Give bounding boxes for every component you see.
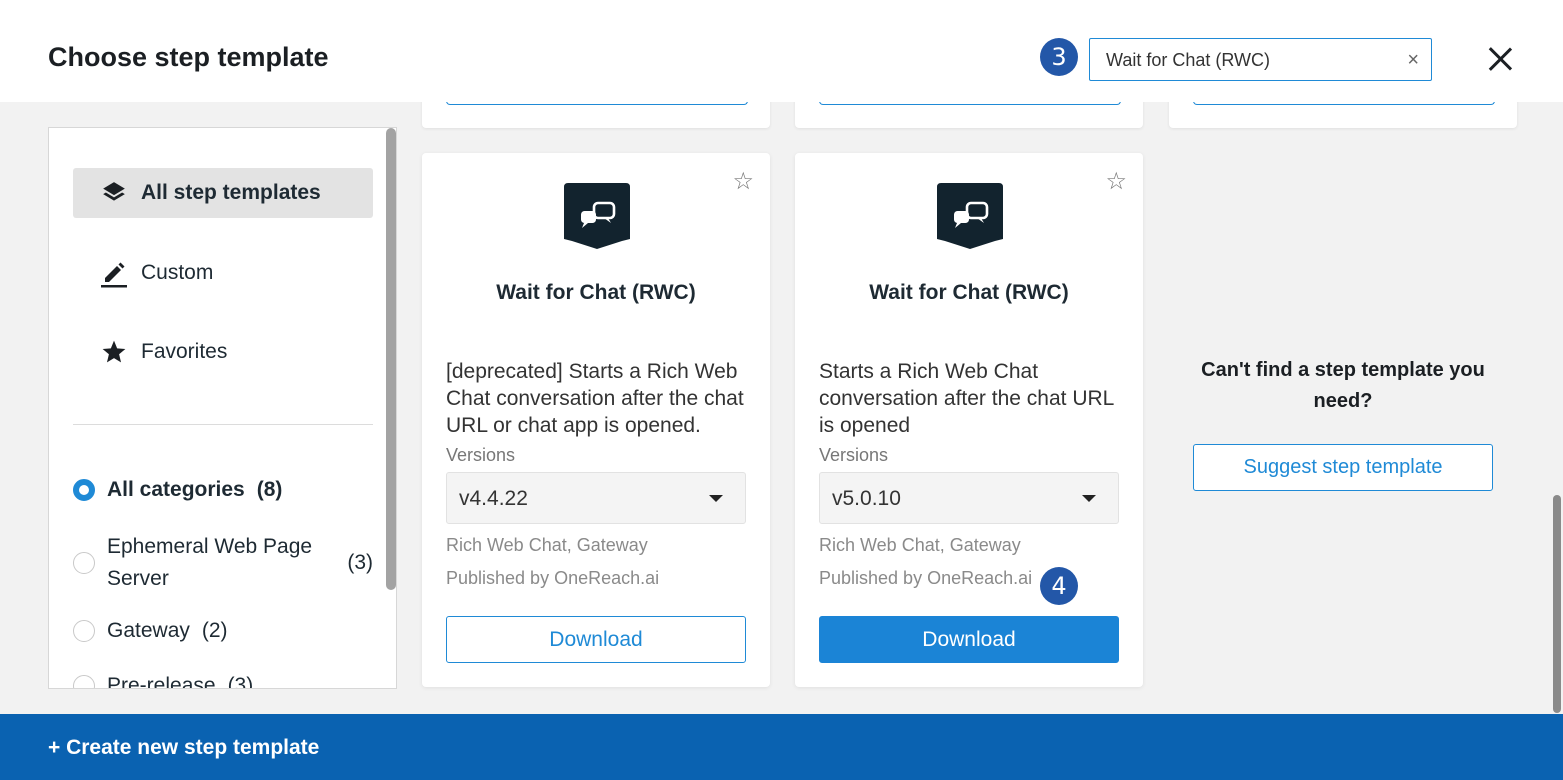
favorite-star-icon[interactable]: ☆ (732, 167, 754, 196)
clear-icon[interactable]: × (1407, 50, 1419, 70)
suggest-question: Can't find a step template you need? (1201, 359, 1485, 412)
nav-label: Favorites (141, 340, 228, 363)
nav-favorites[interactable]: Favorites (73, 327, 373, 377)
search-input[interactable] (1104, 39, 1398, 82)
favorite-star-icon[interactable]: ☆ (1105, 167, 1127, 196)
caret-down-icon (1082, 495, 1096, 502)
template-card: ☆ Wait for Chat (RWC) Starts a Rich Web … (795, 153, 1143, 687)
close-icon[interactable] (1484, 43, 1516, 75)
version-select[interactable]: v4.4.22 (446, 472, 746, 524)
radio[interactable] (73, 675, 95, 688)
version-select[interactable]: v5.0.10 (819, 472, 1119, 524)
nav-label: All step templates (141, 181, 321, 204)
nav-label: Custom (141, 261, 214, 284)
footer-bar: + Create new step template (0, 714, 1563, 780)
star-icon (99, 337, 129, 367)
step-badge: 4 (1040, 567, 1078, 605)
category-gateway[interactable]: Gateway (2) (73, 619, 373, 643)
nav-all-step-templates[interactable]: All step templates (73, 168, 373, 218)
suggest-panel: Can't find a step template you need? Sug… (1168, 355, 1518, 491)
template-tags: Rich Web Chat, Gateway (446, 535, 648, 555)
chat-logo-icon (937, 183, 1003, 249)
category-label: Gateway (107, 619, 190, 642)
download-button[interactable]: Download (819, 616, 1119, 663)
category-label: Pre-release (107, 674, 216, 689)
download-button[interactable]: Download (446, 616, 746, 663)
category-count: (3) (347, 551, 373, 574)
category-ephemeral-web-page-server[interactable]: Ephemeral Web Page Server (3) (73, 531, 373, 595)
sidebar-scrollbar[interactable] (386, 128, 396, 590)
template-publisher: Published by OneReach.ai (819, 568, 1033, 588)
category-count: (8) (256, 478, 283, 501)
category-count: (3) (227, 674, 254, 689)
versions-label: Versions (819, 445, 889, 465)
category-all[interactable]: All categories (8) (73, 478, 373, 502)
chat-logo-icon (564, 183, 630, 249)
divider (73, 424, 373, 425)
template-card: ☆ Wait for Chat (RWC) [deprecated] Start… (422, 153, 770, 687)
sidebar: All step templates Custom Favorites All … (48, 127, 397, 689)
template-name: Wait for Chat (RWC) (496, 281, 696, 304)
version-value: v4.4.22 (459, 487, 528, 510)
step-badge: 3 (1040, 38, 1078, 76)
category-label: Ephemeral Web Page Server (107, 535, 313, 590)
category-label: All categories (107, 478, 245, 501)
radio-selected[interactable] (73, 479, 95, 501)
category-count: (2) (201, 619, 228, 642)
version-value: v5.0.10 (832, 487, 901, 510)
template-publisher: Published by OneReach.ai (446, 568, 660, 588)
suggest-step-template-button[interactable]: Suggest step template (1193, 444, 1493, 491)
template-description: Starts a Rich Web Chat conversation afte… (819, 360, 1114, 437)
pencil-icon (99, 258, 129, 288)
category-pre-release[interactable]: Pre-release (3) (73, 674, 373, 689)
layers-icon (99, 178, 129, 208)
radio[interactable] (73, 620, 95, 642)
page-title: Choose step template (48, 42, 329, 72)
template-description: [deprecated] Starts a Rich Web Chat conv… (446, 360, 744, 437)
template-tags: Rich Web Chat, Gateway (819, 535, 1021, 555)
modal-header: Choose step template 3 × (0, 0, 1563, 102)
page-scrollbar[interactable] (1553, 495, 1561, 713)
nav-custom[interactable]: Custom (73, 248, 373, 298)
caret-down-icon (709, 495, 723, 502)
versions-label: Versions (446, 445, 516, 465)
template-name: Wait for Chat (RWC) (869, 281, 1069, 304)
radio[interactable] (73, 552, 95, 574)
search-box[interactable]: × (1089, 38, 1432, 82)
create-new-step-template-button[interactable]: + Create new step template (48, 736, 319, 760)
